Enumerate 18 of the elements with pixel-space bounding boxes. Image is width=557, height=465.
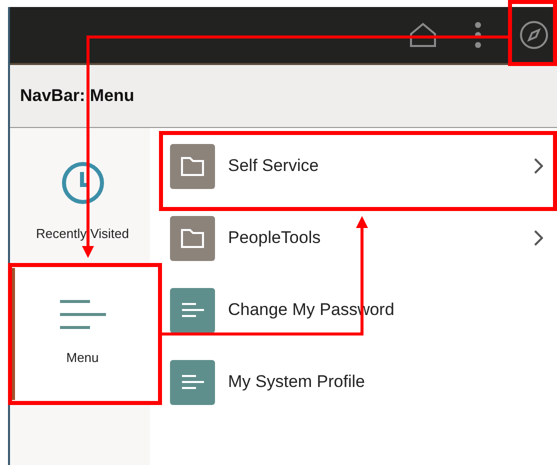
chevron-right-icon [534,230,543,246]
annotation-box [508,0,557,66]
folder-icon [170,144,215,188]
clock-icon [60,160,106,206]
compass-icon[interactable] [519,20,549,50]
document-icon [170,360,215,404]
more-options-icon[interactable] [475,22,481,48]
navigation-link[interactable]: PeopleTools [150,202,557,274]
navigation-link[interactable]: My System Profile [150,346,557,418]
page-title: NavBar: Menu [20,85,134,108]
sidebar-item[interactable]: Menu [10,268,150,400]
home-icon[interactable] [409,22,437,48]
menu-icon [60,300,106,330]
sidebar-item[interactable]: Recently Visited [10,136,150,268]
navigation-link[interactable]: Self Service [150,130,557,202]
folder-icon [170,216,215,260]
document-icon [170,288,215,332]
chevron-right-icon [534,158,543,174]
